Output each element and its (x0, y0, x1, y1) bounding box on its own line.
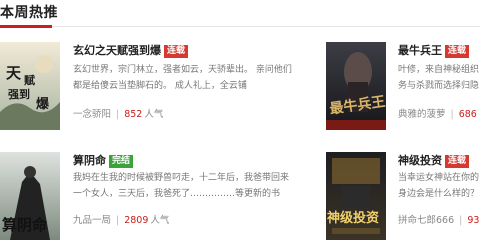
header-divider (0, 26, 480, 27)
popularity-unit: 人气 (144, 109, 164, 120)
author-name[interactable]: 一念骄阳 (73, 109, 111, 120)
svg-text:赋: 赋 (24, 73, 35, 87)
cover-art: 算阴命 (0, 152, 60, 240)
svg-text:天: 天 (6, 64, 22, 82)
popularity-count: 2809 (124, 215, 149, 226)
book-description: 叶修，来自神秘组织务与杀戮而选择归隐 (398, 65, 480, 91)
header-accent-bar (0, 25, 52, 28)
status-badge: 连载 (164, 45, 189, 58)
book-cover[interactable]: 算阴命 (0, 152, 60, 240)
svg-text:神级投资: 神级投资 (327, 210, 379, 226)
book-meta: 拼命七郎666 | 93 (398, 215, 480, 226)
cover-art: 最牛兵王 (326, 42, 386, 130)
popularity-count: 93 (467, 215, 480, 226)
cover-art: 天 赋 强到 爆 (0, 42, 60, 130)
book-title[interactable]: 算阴命 完结 (73, 152, 134, 168)
book-meta: 九品一局 | 2809 人气 (73, 215, 170, 226)
popularity-count: 852 (124, 109, 143, 120)
status-badge: 连载 (445, 155, 470, 168)
book-cover[interactable]: 天 赋 强到 爆 (0, 42, 60, 130)
book-description: 玄幻世界，宗门林立，强者如云，天骄辈出。 亲问他们都是给傻云当垫脚石的。 成人礼… (73, 65, 292, 91)
book-title[interactable]: 玄幻之天赋强到爆 连载 (73, 42, 189, 58)
section-header: 本周热推 (0, 0, 480, 30)
svg-text:算阴命: 算阴命 (2, 216, 48, 234)
author-name[interactable]: 拼命七郎666 (398, 215, 454, 226)
status-badge: 完结 (109, 155, 134, 168)
popularity-unit: 人气 (150, 215, 170, 226)
book-title[interactable]: 最牛兵王 连载 (398, 42, 470, 58)
popularity-count: 686 (458, 109, 477, 120)
cover-art: 神级投资 (326, 152, 386, 240)
book-description: 我妈在生我的时候被野兽叼走，十二年后，我爸带回来一个女人，三天后，我爸死了………… (73, 173, 290, 199)
book-cover[interactable]: 最牛兵王 (326, 42, 386, 130)
svg-text:爆: 爆 (36, 96, 50, 112)
svg-text:强到: 强到 (8, 87, 30, 101)
book-meta: 典雅的菠萝 | 686 (398, 109, 477, 120)
book-meta: 一念骄阳 | 852 人气 (73, 109, 164, 120)
book-cover[interactable]: 神级投资 (326, 152, 386, 240)
book-description: 当幸运女神站在你的身边会是什么样的？2019。 (398, 173, 480, 199)
author-name[interactable]: 典雅的菠萝 (398, 109, 446, 120)
author-name[interactable]: 九品一局 (73, 215, 111, 226)
section-title: 本周热推 (0, 5, 58, 21)
status-badge: 连载 (445, 45, 470, 58)
book-title[interactable]: 神级投资 连载 (398, 152, 470, 168)
